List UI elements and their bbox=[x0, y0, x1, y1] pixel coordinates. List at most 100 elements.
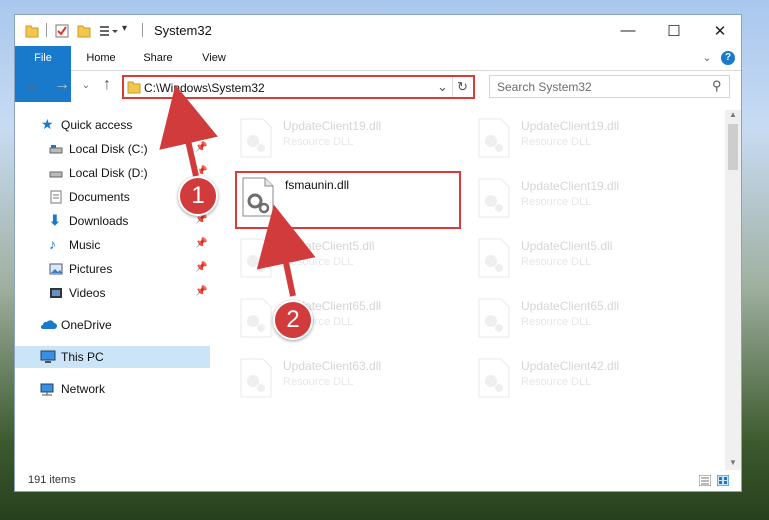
address-divider bbox=[452, 77, 453, 97]
pin-icon[interactable]: 📌 bbox=[195, 262, 207, 273]
properties-icon[interactable] bbox=[55, 23, 69, 39]
file-type: Resource DLL bbox=[283, 256, 354, 268]
forward-button[interactable]: → bbox=[53, 76, 71, 94]
file-item[interactable]: UpdateClient65.dll Resource DLL bbox=[235, 294, 465, 350]
network-icon bbox=[40, 383, 54, 396]
folder-icon bbox=[127, 81, 141, 94]
file-name: UpdateClient5.dll bbox=[521, 239, 613, 253]
sidebar-item-music[interactable]: ♪ Music 📌 bbox=[15, 234, 210, 256]
file-item[interactable]: UpdateClient5.dll Resource DLL bbox=[473, 234, 703, 290]
close-button[interactable]: ✕ bbox=[697, 15, 743, 46]
sidebar-item-label: Pictures bbox=[69, 262, 113, 276]
file-name: fsmaunin.dll bbox=[285, 178, 350, 192]
file-item[interactable]: UpdateClient5.dll Resource DLL bbox=[235, 234, 465, 290]
file-item-fsmaunin[interactable]: fsmaunin.dll bbox=[235, 171, 461, 229]
address-dropdown-icon[interactable]: ⌄ bbox=[437, 79, 448, 95]
scroll-thumb[interactable] bbox=[728, 124, 738, 170]
item-count: 191 items bbox=[28, 474, 76, 486]
search-icon[interactable]: ⚲ bbox=[712, 78, 722, 94]
sidebar-item-local-disk-d[interactable]: Local Disk (D:) 📌 bbox=[15, 162, 210, 184]
maximize-button[interactable]: ☐ bbox=[651, 15, 697, 46]
back-button[interactable]: ← bbox=[23, 76, 41, 94]
address-bar[interactable]: C:\Windows\System32 ⌄ ↻ bbox=[122, 75, 475, 99]
pictures-icon bbox=[49, 263, 63, 275]
window-title: System32 bbox=[154, 23, 212, 38]
star-icon: ★ bbox=[41, 116, 54, 132]
title-bar: ▾ System32 — ☐ ✕ bbox=[15, 15, 741, 46]
dll-file-icon bbox=[478, 298, 510, 338]
sidebar-item-label: Local Disk (C:) bbox=[69, 142, 148, 156]
file-item[interactable]: UpdateClient63.dll Resource DLL bbox=[235, 354, 465, 410]
details-view-icon[interactable] bbox=[699, 475, 711, 486]
file-item[interactable]: UpdateClient65.dll Resource DLL bbox=[473, 294, 703, 350]
new-folder-icon[interactable] bbox=[77, 23, 91, 39]
minimize-button[interactable]: — bbox=[605, 15, 651, 46]
pin-icon[interactable]: 📌 bbox=[195, 286, 207, 297]
dll-file-icon bbox=[242, 177, 274, 217]
sidebar-item-local-disk-c[interactable]: Local Disk (C:) 📌 bbox=[15, 138, 210, 160]
music-icon: ♪ bbox=[49, 236, 56, 252]
sidebar-item-label: Quick access bbox=[61, 118, 133, 132]
expand-ribbon-icon[interactable]: ⌄ bbox=[699, 46, 715, 70]
sidebar-item-label: Local Disk (D:) bbox=[69, 166, 148, 180]
address-path: C:\Windows\System32 bbox=[144, 81, 265, 95]
scroll-up-icon[interactable]: ▲ bbox=[729, 110, 737, 119]
status-bar: 191 items bbox=[15, 470, 741, 491]
drive-icon bbox=[49, 145, 63, 154]
dll-file-icon bbox=[478, 178, 510, 218]
file-item[interactable]: UpdateClient42.dll Resource DLL bbox=[473, 354, 703, 410]
sidebar-item-videos[interactable]: Videos 📌 bbox=[15, 282, 210, 304]
cloud-icon bbox=[41, 320, 57, 329]
dll-file-icon bbox=[478, 238, 510, 278]
file-item[interactable]: UpdateClient19.dll Resource DLL bbox=[473, 114, 703, 170]
pin-icon[interactable]: 📌 bbox=[195, 142, 207, 153]
file-name: UpdateClient65.dll bbox=[521, 299, 620, 313]
vertical-scrollbar[interactable]: ▲ ▼ bbox=[725, 110, 741, 470]
sidebar-item-network[interactable]: Network bbox=[15, 378, 210, 400]
large-icons-view-icon[interactable] bbox=[717, 475, 729, 486]
callout-step-two: 2 bbox=[273, 300, 313, 340]
drive-icon bbox=[49, 171, 63, 178]
sidebar-item-downloads[interactable]: ⬇ Downloads 📌 bbox=[15, 210, 210, 232]
customize-toolbar-icon[interactable] bbox=[99, 23, 119, 39]
sidebar-item-label: Documents bbox=[69, 190, 130, 204]
file-item[interactable]: UpdateClient19.dll Resource DLL bbox=[235, 114, 465, 170]
recent-locations-icon[interactable]: ⌄ bbox=[77, 80, 95, 91]
tab-home[interactable]: Home bbox=[77, 46, 125, 70]
scroll-down-icon[interactable]: ▼ bbox=[729, 458, 737, 467]
title-separator bbox=[142, 23, 143, 37]
up-button[interactable]: ↑ bbox=[98, 76, 116, 94]
sidebar-item-label: This PC bbox=[61, 350, 104, 364]
file-type: Resource DLL bbox=[521, 256, 592, 268]
sidebar-item-pictures[interactable]: Pictures 📌 bbox=[15, 258, 210, 280]
tab-view[interactable]: View bbox=[191, 46, 237, 70]
quick-access-dropdown-icon[interactable]: ▾ bbox=[122, 23, 127, 39]
file-name: UpdateClient19.dll bbox=[283, 119, 382, 133]
sidebar-item-label: Videos bbox=[69, 286, 106, 300]
pin-icon[interactable]: 📌 bbox=[195, 238, 207, 249]
toolbar-separator bbox=[46, 23, 47, 37]
ribbon-tabs: File Home Share View ⌄ ? bbox=[15, 46, 741, 102]
folder-icon[interactable] bbox=[25, 23, 39, 39]
search-box[interactable]: Search System32 ⚲ bbox=[489, 75, 730, 98]
refresh-icon[interactable]: ↻ bbox=[457, 79, 468, 95]
file-name: UpdateClient5.dll bbox=[283, 239, 375, 253]
file-type: Resource DLL bbox=[521, 316, 592, 328]
file-item[interactable]: UpdateClient19.dll Resource DLL bbox=[473, 174, 703, 230]
videos-icon bbox=[50, 288, 62, 298]
computer-icon bbox=[40, 350, 56, 363]
sidebar-item-label: Downloads bbox=[69, 214, 129, 228]
navigation-pane: ★ Quick access Local Disk (C:) 📌 Local D… bbox=[15, 110, 210, 470]
sidebar-item-quick-access[interactable]: ★ Quick access bbox=[15, 114, 210, 136]
help-icon[interactable]: ? bbox=[721, 51, 735, 65]
explorer-window: ▾ System32 — ☐ ✕ File Home Share View ⌄ … bbox=[14, 14, 742, 492]
sidebar-item-onedrive[interactable]: OneDrive bbox=[15, 314, 210, 336]
dll-file-icon bbox=[240, 238, 272, 278]
sidebar-item-label: Music bbox=[69, 238, 101, 252]
tab-share[interactable]: Share bbox=[133, 46, 183, 70]
callout-step-one: 1 bbox=[178, 176, 218, 216]
file-type: Resource DLL bbox=[283, 136, 354, 148]
sidebar-item-this-pc[interactable]: This PC bbox=[15, 346, 210, 368]
file-name: UpdateClient19.dll bbox=[521, 179, 620, 193]
file-type: Resource DLL bbox=[521, 376, 592, 388]
